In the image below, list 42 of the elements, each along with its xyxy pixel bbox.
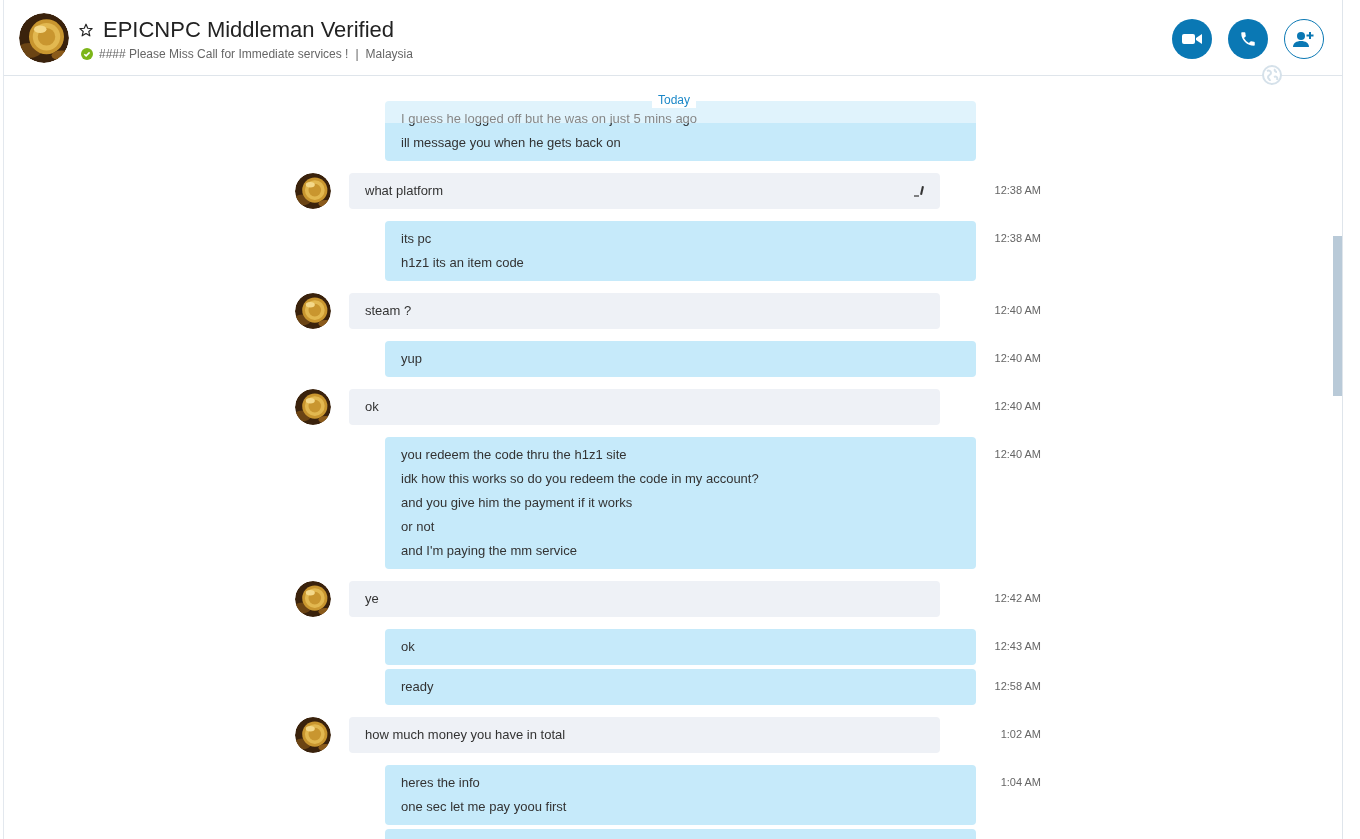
message-text: h1z1 its an item code	[401, 254, 525, 272]
scrollbar-thumb[interactable]	[1333, 236, 1342, 396]
message-text: ready	[401, 678, 435, 696]
timestamp: 12:40 AM	[994, 304, 1041, 316]
message-text: ill message you when he gets back on	[401, 134, 622, 152]
separator: |	[355, 46, 359, 61]
message-text: one sec let me pay yoou first	[401, 798, 568, 816]
message-text: ok	[365, 398, 380, 416]
location: Malaysia	[365, 46, 413, 61]
message-text: ye	[365, 590, 380, 608]
message-text: how much money you have in total	[365, 726, 567, 744]
message-text: and you give him the payment if it works	[401, 494, 634, 512]
star-icon[interactable]	[79, 22, 93, 37]
timestamp: 12:40 AM	[994, 448, 1041, 460]
message-text: I guess he logged off but he was on just 5 mins ago	[401, 110, 699, 128]
message-text: you redeem the code thru the h1z1 site	[401, 446, 628, 464]
message-text: or not	[401, 518, 436, 536]
phone-icon	[1239, 29, 1257, 48]
timestamp: 12:38 AM	[994, 232, 1041, 244]
video-camera-icon	[1182, 31, 1202, 46]
contact-name: EPICNPC Middleman Verified	[103, 16, 394, 43]
timestamp: 12:40 AM	[994, 352, 1041, 364]
message-text: steam ?	[365, 302, 413, 320]
add-contact-button[interactable]	[1284, 18, 1324, 59]
message-text: what platform	[365, 182, 445, 200]
message-text: yup	[401, 350, 423, 368]
message-text: heres the info	[401, 774, 481, 792]
message-text: idk how this works so do you redeem the code in my account?	[401, 470, 760, 488]
message-text: and I'm paying the mm service	[401, 542, 578, 560]
timestamp: 12:40 AM	[994, 400, 1041, 412]
timestamp: 1:02 AM	[1000, 728, 1041, 740]
timestamp: 12:38 AM	[994, 184, 1041, 196]
add-person-icon	[1293, 29, 1315, 48]
timestamp: 12:43 AM	[994, 640, 1041, 652]
timestamp: 12:58 AM	[994, 680, 1041, 692]
status-message: #### Please Miss Call for Immediate services !	[99, 46, 349, 61]
message-text: ok	[401, 638, 416, 656]
timestamp: 12:42 AM	[994, 592, 1041, 604]
video-call-button[interactable]	[1172, 18, 1212, 59]
call-button[interactable]	[1228, 18, 1268, 59]
timestamp: 1:04 AM	[1000, 776, 1041, 788]
message-text: its pc	[401, 230, 433, 248]
